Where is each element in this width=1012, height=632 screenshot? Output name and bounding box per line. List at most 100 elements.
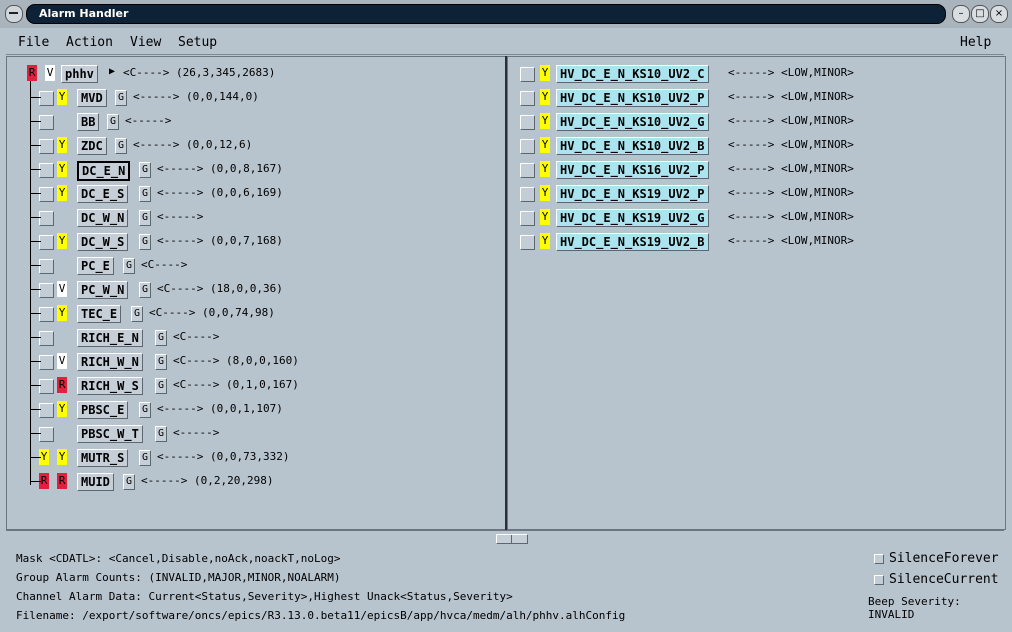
- title-pill[interactable]: Alarm Handler: [26, 4, 946, 24]
- menu-action[interactable]: Action: [66, 35, 113, 50]
- channel-pane[interactable]: Y HV_DC_E_N_KS10_UV2_C <-----> <LOW,MINOR>…: [507, 56, 1006, 530]
- group-name-button[interactable]: RICH_E_N: [77, 329, 143, 347]
- group-checkbox[interactable]: [39, 331, 54, 346]
- guidance-button[interactable]: G: [139, 162, 151, 178]
- guidance-button[interactable]: G: [131, 306, 143, 322]
- group-name-button[interactable]: RICH_W_S: [77, 377, 143, 395]
- group-row[interactable]: Y DC_E_N G <-----> (0,0,8,167): [39, 161, 499, 181]
- group-row[interactable]: V RICH_W_N G <C----> (8,0,0,160): [39, 353, 499, 371]
- group-row[interactable]: PBSC_W_T G <----->: [39, 425, 499, 443]
- channel-name-button[interactable]: HV_DC_E_N_KS10_UV2_G: [556, 113, 709, 131]
- window-menu-button[interactable]: [5, 5, 23, 23]
- group-row[interactable]: R RICH_W_S G <C----> (0,1,0,167): [39, 377, 499, 395]
- group-name-button[interactable]: DC_E_S: [77, 185, 129, 203]
- menu-file[interactable]: File: [18, 35, 49, 50]
- group-checkbox[interactable]: [39, 235, 54, 250]
- group-name-button[interactable]: ZDC: [77, 137, 107, 155]
- guidance-button[interactable]: G: [139, 282, 151, 298]
- channel-name-button[interactable]: HV_DC_E_N_KS10_UV2_B: [556, 137, 709, 155]
- guidance-button[interactable]: G: [139, 186, 151, 202]
- channel-checkbox[interactable]: [520, 211, 535, 226]
- channel-name-button[interactable]: HV_DC_E_N_KS16_UV2_P: [556, 161, 709, 179]
- guidance-button[interactable]: G: [107, 114, 119, 130]
- group-checkbox[interactable]: [39, 379, 54, 394]
- sash-handle[interactable]: [496, 534, 528, 544]
- group-name-button[interactable]: PC_W_N: [77, 281, 129, 299]
- group-checkbox[interactable]: [39, 283, 54, 298]
- group-name-button[interactable]: MUID: [77, 473, 114, 491]
- tree-root-row[interactable]: R V phhv ▶ <C----> (26,3,345,2683): [27, 65, 497, 83]
- channel-row[interactable]: Y HV_DC_E_N_KS19_UV2_G <-----> <LOW,MINOR>: [520, 209, 990, 227]
- channel-checkbox[interactable]: [520, 115, 535, 130]
- group-checkbox[interactable]: [39, 163, 54, 178]
- group-tree-pane[interactable]: R V phhv ▶ <C----> (26,3,345,2683) Y MVD G…: [6, 56, 506, 530]
- guidance-button[interactable]: G: [139, 234, 151, 250]
- channel-row[interactable]: Y HV_DC_E_N_KS10_UV2_B <-----> <LOW,MINOR>: [520, 137, 990, 155]
- guidance-button[interactable]: G: [123, 474, 135, 490]
- menu-setup[interactable]: Setup: [178, 35, 217, 50]
- menu-help[interactable]: Help: [960, 35, 991, 50]
- group-name-button[interactable]: TEC_E: [77, 305, 122, 323]
- group-checkbox[interactable]: [39, 91, 54, 106]
- guidance-button[interactable]: G: [115, 138, 127, 154]
- group-name-button[interactable]: MUTR_S: [77, 449, 129, 467]
- group-row[interactable]: Y TEC_E G <C----> (0,0,74,98): [39, 305, 499, 323]
- guidance-button[interactable]: G: [115, 90, 127, 106]
- group-checkbox[interactable]: [39, 187, 54, 202]
- silence-current-checkbox[interactable]: [874, 575, 884, 585]
- group-name-button[interactable]: RICH_W_N: [77, 353, 143, 371]
- group-row[interactable]: Y ZDC G <-----> (0,0,12,6): [39, 137, 499, 155]
- channel-checkbox[interactable]: [520, 139, 535, 154]
- channel-checkbox[interactable]: [520, 187, 535, 202]
- channel-checkbox[interactable]: [520, 67, 535, 82]
- channel-row[interactable]: Y HV_DC_E_N_KS16_UV2_P <-----> <LOW,MINOR>: [520, 161, 990, 179]
- group-row[interactable]: DC_W_N G <----->: [39, 209, 499, 227]
- pane-sash[interactable]: [6, 530, 1004, 545]
- guidance-button[interactable]: G: [123, 258, 135, 274]
- group-row[interactable]: R R MUID G <-----> (0,2,20,298): [39, 473, 499, 491]
- channel-checkbox[interactable]: [520, 163, 535, 178]
- maximize-icon[interactable]: □: [971, 5, 989, 23]
- group-name-button[interactable]: PC_E: [77, 257, 114, 275]
- group-checkbox[interactable]: [39, 139, 54, 154]
- guidance-button[interactable]: G: [139, 450, 151, 466]
- channel-row[interactable]: Y HV_DC_E_N_KS19_UV2_B <-----> <LOW,MINOR>: [520, 233, 990, 251]
- close-icon[interactable]: ×: [990, 5, 1008, 23]
- group-checkbox[interactable]: [39, 211, 54, 226]
- channel-name-button[interactable]: HV_DC_E_N_KS19_UV2_G: [556, 209, 709, 227]
- expand-arrow-icon[interactable]: ▶: [109, 66, 115, 77]
- group-row[interactable]: Y Y MUTR_S G <-----> (0,0,73,332): [39, 449, 499, 467]
- group-row[interactable]: Y DC_E_S G <-----> (0,0,6,169): [39, 185, 499, 203]
- group-row[interactable]: Y PBSC_E G <-----> (0,0,1,107): [39, 401, 499, 419]
- group-checkbox[interactable]: [39, 403, 54, 418]
- group-row[interactable]: PC_E G <C---->: [39, 257, 499, 275]
- silence-forever-checkbox[interactable]: [874, 554, 884, 564]
- channel-name-button[interactable]: HV_DC_E_N_KS19_UV2_B: [556, 233, 709, 251]
- group-checkbox[interactable]: [39, 427, 54, 442]
- guidance-button[interactable]: G: [155, 354, 167, 370]
- minimize-icon[interactable]: –: [952, 5, 970, 23]
- guidance-button[interactable]: G: [155, 330, 167, 346]
- channel-name-button[interactable]: HV_DC_E_N_KS19_UV2_P: [556, 185, 709, 203]
- channel-row[interactable]: Y HV_DC_E_N_KS10_UV2_P <-----> <LOW,MINOR>: [520, 89, 990, 107]
- channel-name-button[interactable]: HV_DC_E_N_KS10_UV2_P: [556, 89, 709, 107]
- menu-view[interactable]: View: [130, 35, 161, 50]
- group-checkbox[interactable]: [39, 259, 54, 274]
- guidance-button[interactable]: G: [139, 402, 151, 418]
- group-checkbox[interactable]: [39, 115, 54, 130]
- group-row[interactable]: RICH_E_N G <C---->: [39, 329, 499, 347]
- group-checkbox[interactable]: [39, 355, 54, 370]
- group-row[interactable]: Y DC_W_S G <-----> (0,0,7,168): [39, 233, 499, 251]
- channel-name-button[interactable]: HV_DC_E_N_KS10_UV2_C: [556, 65, 709, 83]
- channel-row[interactable]: Y HV_DC_E_N_KS10_UV2_C <-----> <LOW,MINOR>: [520, 65, 990, 83]
- group-name-button[interactable]: PBSC_E: [77, 401, 129, 419]
- root-group-button[interactable]: phhv: [61, 65, 98, 83]
- channel-checkbox[interactable]: [520, 235, 535, 250]
- guidance-button[interactable]: G: [139, 210, 151, 226]
- channel-row[interactable]: Y HV_DC_E_N_KS19_UV2_P <-----> <LOW,MINOR>: [520, 185, 990, 203]
- group-row[interactable]: V PC_W_N G <C----> (18,0,0,36): [39, 281, 499, 299]
- guidance-button[interactable]: G: [155, 426, 167, 442]
- group-name-button[interactable]: DC_W_N: [77, 209, 129, 227]
- channel-row[interactable]: Y HV_DC_E_N_KS10_UV2_G <-----> <LOW,MINOR>: [520, 113, 990, 131]
- group-checkbox[interactable]: [39, 307, 54, 322]
